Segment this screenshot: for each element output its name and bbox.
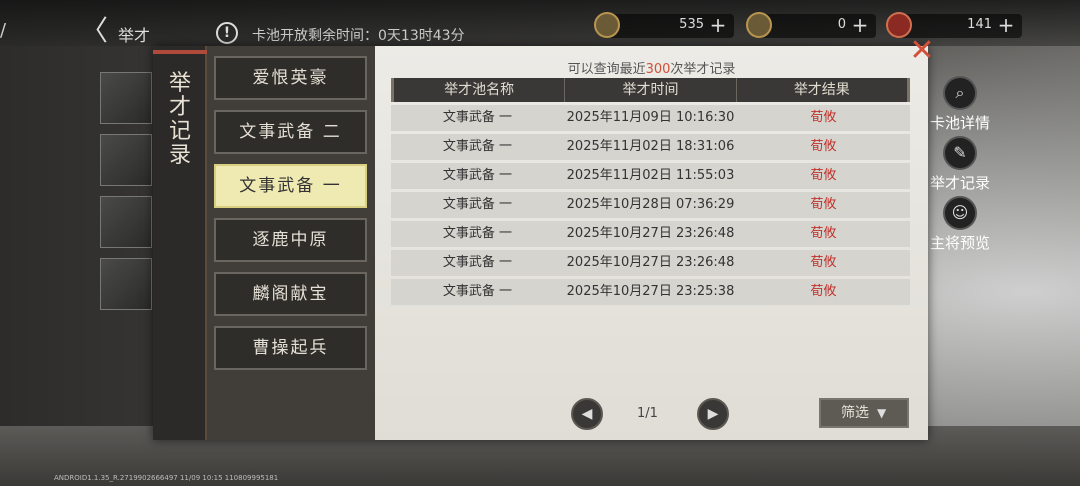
cell-time: 2025年11月02日 11:55:03 [566,168,735,183]
title-accent [153,50,207,54]
currency-jade: 0 + [746,12,876,38]
next-page-button[interactable]: ▶ [697,398,729,430]
exclamation-icon[interactable]: ! [216,22,238,44]
cell-pool: 文事武备 一 [442,110,513,125]
build-info: ANDROID1.1.35_R.2719902666497 11/09 10:1… [54,474,279,482]
cell-time: 2025年10月27日 23:25:38 [566,284,735,299]
cell-pool: 文事武备 一 [442,284,513,299]
page-title: 举才 [118,26,151,45]
header-result: 举才结果 [793,82,850,98]
table-row: 文事武备 一 2025年11月02日 18:31:06 荀攸 [391,134,910,160]
table-row: 文事武备 一 2025年11月09日 10:16:30 荀攸 [391,105,910,131]
header-pool-name: 举才池名称 [394,78,566,102]
hero-strip [100,72,152,372]
cell-pool: 文事武备 一 [442,197,513,212]
hero-portrait[interactable] [100,258,152,310]
table-row: 文事武备 一 2025年10月27日 23:25:38 荀攸 [391,279,910,305]
table-row: 文事武备 一 2025年10月27日 23:26:48 荀攸 [391,250,910,276]
cell-result: 荀攸 [810,255,837,270]
cell-time: 2025年10月28日 07:36:29 [566,197,735,212]
magnifier-icon: ⌕ [943,76,977,110]
side-button-label: 主将预览 [930,234,991,252]
cell-pool: 文事武备 一 [442,139,513,154]
currency-value: 535 [679,17,704,32]
face-icon: ☺ [943,196,977,230]
funnel-icon: ▼ [877,406,887,420]
cell-time: 2025年11月02日 18:31:06 [566,139,735,154]
side-button-label: 卡池详情 [930,114,991,132]
cell-result: 荀攸 [810,197,837,212]
filter-button[interactable]: 筛选 ▼ [819,398,909,428]
table-row: 文事武备 一 2025年10月27日 23:26:48 荀攸 [391,221,910,247]
query-suffix: 次举才记录 [670,62,736,77]
recruit-record-button[interactable]: ✎ 举才记录 [930,136,990,193]
pool-timer: 卡池开放剩余时间：0天13时43分 [252,28,465,44]
cell-result: 荀攸 [810,168,837,183]
cell-time: 2025年11月09日 10:16:30 [566,110,735,125]
prev-page-button[interactable]: ◀ [571,398,603,430]
side-button-label: 举才记录 [930,174,991,192]
record-dialog: 举才记录 爱恨英豪 文事武备 二 文事武备 一 逐鹿中原 麟阁献宝 曹操起兵 可… [153,46,928,440]
query-prefix: 可以查询最近 [567,62,646,77]
filter-label: 筛选 [841,405,869,421]
pool-tab-0[interactable]: 爱恨英豪 [214,56,367,100]
pool-tab-2[interactable]: 文事武备 一 [214,164,367,208]
cell-pool: 文事武备 一 [442,168,513,183]
query-count: 300 [645,62,671,77]
cell-pool: 文事武备 一 [442,255,513,270]
table-row: 文事武备 一 2025年11月02日 11:55:03 荀攸 [391,163,910,189]
dialog-left-panel: 举才记录 爱恨英豪 文事武备 二 文事武备 一 逐鹿中原 麟阁献宝 曹操起兵 [153,46,375,440]
close-icon[interactable]: ✕ [906,36,938,68]
pool-tab-4[interactable]: 麟阁献宝 [214,272,367,316]
header-time: 举才时间 [565,78,737,102]
token-icon [886,12,912,38]
add-token-button[interactable]: + [996,15,1016,35]
cell-result: 荀攸 [810,110,837,125]
hero-portrait[interactable] [100,196,152,248]
add-jade-button[interactable]: + [850,15,870,35]
pool-details-button[interactable]: ⌕ 卡池详情 [930,76,990,133]
dialog-title-column: 举才记录 [153,46,207,440]
page-indicator: 1/1 [637,406,658,421]
brush-icon: ✎ [943,136,977,170]
cell-result: 荀攸 [810,139,837,154]
table-row: 文事武备 一 2025年10月28日 07:36:29 荀攸 [391,192,910,218]
pool-tab-1[interactable]: 文事武备 二 [214,110,367,154]
table-header: 举才池名称 举才时间 举才结果 [391,78,910,102]
currency-value: 141 [967,17,992,32]
currency-value: 0 [837,17,846,32]
cell-result: 荀攸 [810,284,837,299]
hero-portrait[interactable] [100,134,152,186]
dialog-title: 举才记录 [168,71,191,168]
cell-time: 2025年10月27日 23:26:48 [566,226,735,241]
query-hint: 可以查询最近300次举才记录 [375,58,928,77]
pool-tab-3[interactable]: 逐鹿中原 [214,218,367,262]
pool-tab-5[interactable]: 曹操起兵 [214,326,367,370]
hero-portrait[interactable] [100,72,152,124]
dialog-right-panel: 可以查询最近300次举才记录 举才池名称 举才时间 举才结果 文事武备 一 20… [375,46,928,440]
cell-pool: 文事武备 一 [442,226,513,241]
jade-icon [746,12,772,38]
general-preview-button[interactable]: ☺ 主将预览 [930,196,990,253]
add-coin-button[interactable]: + [708,15,728,35]
back-button[interactable]: 〈 [80,16,110,46]
coin-icon [594,12,620,38]
cell-time: 2025年10月27日 23:26:48 [566,255,735,270]
currency-coin: 535 + [594,12,734,38]
record-table: 举才池名称 举才时间 举才结果 文事武备 一 2025年11月09日 10:16… [391,78,910,305]
cell-result: 荀攸 [810,226,837,241]
separator-icon: / [0,20,7,41]
